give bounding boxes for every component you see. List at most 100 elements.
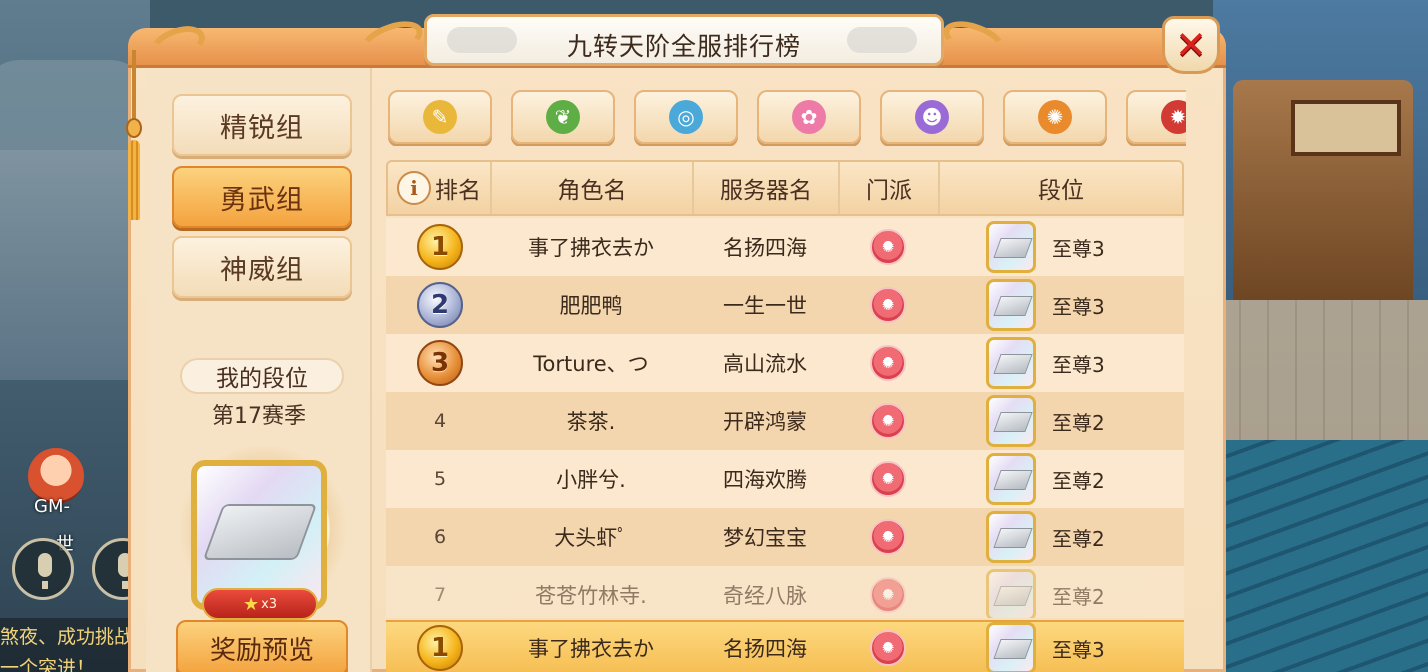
star-icon: ★ xyxy=(242,593,260,615)
header-tier: 段位 xyxy=(1038,178,1084,204)
reward-preview-button[interactable]: 奖励预览 xyxy=(176,620,348,672)
group-tab-brave[interactable]: 勇武组 xyxy=(172,166,352,228)
school-emblem-icon: ✺ xyxy=(870,461,906,497)
row-tier: 至尊3 xyxy=(1052,236,1105,261)
row-server: 梦幻宝宝 xyxy=(723,526,807,550)
row-server: 四海欢腾 xyxy=(723,468,807,492)
star-count: x3 xyxy=(261,596,278,612)
orange-lion-icon: ✺ xyxy=(1038,100,1072,134)
tier-badge-icon xyxy=(986,569,1036,618)
close-button[interactable]: ✕ xyxy=(1162,16,1220,74)
school-tab-3[interactable]: ◎ xyxy=(634,90,738,144)
row-tier: 至尊2 xyxy=(1052,468,1105,493)
close-icon: ✕ xyxy=(1175,23,1207,67)
school-emblem-icon: ✺ xyxy=(870,229,906,265)
panel-title: 九转天阶全服排行榜 xyxy=(566,32,801,61)
table-row[interactable]: 3 Torture、つ 高山流水 ✺ 至尊3 xyxy=(386,334,1184,392)
school-emblem-icon: ✺ xyxy=(870,403,906,439)
season-label: 第17赛季 xyxy=(212,404,306,429)
table-rows[interactable]: 1 事了拂衣去か 名扬四海 ✺ 至尊3 2 肥肥鸭 一生一世 ✺ 至尊3 3 T… xyxy=(386,218,1184,618)
table-row[interactable]: 5 小胖兮. 四海欢腾 ✺ 至尊2 xyxy=(386,450,1184,508)
row-tier: 至尊2 xyxy=(1052,410,1105,435)
school-emblem-icon: ✺ xyxy=(870,630,906,666)
group-tab-elite[interactable]: 精锐组 xyxy=(172,94,352,156)
background-wall xyxy=(0,150,140,380)
school-emblem-icon: ✺ xyxy=(870,345,906,381)
table-row[interactable]: 6 大头虾ﾟ 梦幻宝宝 ✺ 至尊2 xyxy=(386,508,1184,566)
rank-medal-gold-icon: 1 xyxy=(417,224,463,270)
tier-badge-icon xyxy=(986,279,1036,331)
rank-medal-bronze-icon: 3 xyxy=(417,340,463,386)
rank-medal-gold-icon: 1 xyxy=(417,625,463,671)
pink-lotus-icon: ✿ xyxy=(792,100,826,134)
row-name: 苍苍竹林寺. xyxy=(535,584,647,608)
table-row[interactable]: 1 事了拂衣去か 名扬四海 ✺ 至尊3 xyxy=(386,218,1184,276)
background-floor xyxy=(1213,300,1428,460)
group-tab-divine[interactable]: 神威组 xyxy=(172,236,352,298)
row-tier: 至尊3 xyxy=(1052,294,1105,319)
row-server: 开辟鸿蒙 xyxy=(723,410,807,434)
header-school: 门派 xyxy=(840,162,940,214)
my-rank-label: 我的段位 xyxy=(180,358,344,394)
rank-medal-silver-icon: 2 xyxy=(417,282,463,328)
row-name: 茶茶. xyxy=(566,410,616,434)
tassel-decor-icon xyxy=(126,50,142,230)
tier-badge-icon xyxy=(986,511,1036,563)
table-row[interactable]: 4 茶茶. 开辟鸿蒙 ✺ 至尊2 xyxy=(386,392,1184,450)
purple-skull-icon: ☻ xyxy=(915,100,949,134)
row-name: 小胖兮. xyxy=(556,468,626,492)
school-emblem-icon: ✺ xyxy=(870,577,906,613)
tier-badge-icon xyxy=(986,622,1036,672)
tier-badge-icon xyxy=(986,337,1036,389)
school-tab-5[interactable]: ☻ xyxy=(880,90,984,144)
school-tab-7[interactable]: ✹ xyxy=(1126,90,1186,144)
gold-feather-icon: ✎ xyxy=(423,100,457,134)
star-ribbon: ★ x3 xyxy=(202,588,318,620)
background-sign xyxy=(1291,100,1401,156)
red-beast-icon: ✹ xyxy=(1161,100,1186,134)
header-name: 角色名 xyxy=(492,162,694,214)
school-tab-4[interactable]: ✿ xyxy=(757,90,861,144)
my-row-tier: 至尊3 xyxy=(1052,637,1105,662)
row-rank: 6 xyxy=(433,526,447,548)
my-row-server: 名扬四海 xyxy=(723,637,807,661)
tier-badge-icon xyxy=(986,221,1036,273)
row-tier: 至尊3 xyxy=(1052,352,1105,377)
green-leaf-icon: ❦ xyxy=(546,100,580,134)
header-rank: i 排名 xyxy=(388,162,492,214)
school-emblem-icon: ✺ xyxy=(870,287,906,323)
row-tier: 至尊2 xyxy=(1052,584,1105,609)
ranking-table: i 排名 角色名 服务器名 门派 段位 1 事了拂衣去か 名扬四海 ✺ 至尊3 … xyxy=(386,160,1184,672)
my-ranking-row[interactable]: 1 事了拂衣去か 名扬四海 ✺ 至尊3 xyxy=(386,620,1184,672)
header-rank-label: 排名 xyxy=(435,178,481,204)
school-emblem-icon: ✺ xyxy=(870,519,906,555)
tier-badge-icon xyxy=(986,395,1036,447)
row-server: 一生一世 xyxy=(723,294,807,318)
gm-label: GM- xyxy=(34,496,70,517)
voice-mic-button-1[interactable] xyxy=(12,538,74,600)
table-row[interactable]: 7 苍苍竹林寺. 奇经八脉 ✺ 至尊2 xyxy=(386,566,1184,618)
table-header: i 排名 角色名 服务器名 门派 段位 xyxy=(386,160,1184,216)
row-server: 高山流水 xyxy=(723,352,807,376)
row-rank: 5 xyxy=(433,468,447,490)
row-tier: 至尊2 xyxy=(1052,526,1105,551)
background-right-scene xyxy=(1213,0,1428,672)
row-name: 肥肥鸭 xyxy=(559,294,623,318)
info-icon[interactable]: i xyxy=(397,171,431,205)
school-tabs: ✎ ❦ ◎ ✿ ☻ ✺ ✹ xyxy=(386,90,1186,146)
blue-dragon-icon: ◎ xyxy=(669,100,703,134)
background-roof-tiles xyxy=(1213,440,1428,672)
school-tab-6[interactable]: ✺ xyxy=(1003,90,1107,144)
title-plate: 九转天阶全服排行榜 xyxy=(424,14,944,66)
school-tab-2[interactable]: ❦ xyxy=(511,90,615,144)
header-server: 服务器名 xyxy=(694,162,840,214)
school-tab-1[interactable]: ✎ xyxy=(388,90,492,144)
tier-badge-icon xyxy=(986,453,1036,505)
row-name: 大头虾ﾟ xyxy=(554,526,628,550)
table-row[interactable]: 2 肥肥鸭 一生一世 ✺ 至尊3 xyxy=(386,276,1184,334)
group-sidebar: 精锐组 勇武组 神威组 我的段位 第17赛季 ★ x3 奖励预览 xyxy=(146,68,372,672)
row-server: 名扬四海 xyxy=(723,236,807,260)
row-server: 奇经八脉 xyxy=(723,584,807,608)
my-row-name: 事了拂衣去か xyxy=(528,637,654,661)
row-name: Torture、つ xyxy=(533,352,649,376)
